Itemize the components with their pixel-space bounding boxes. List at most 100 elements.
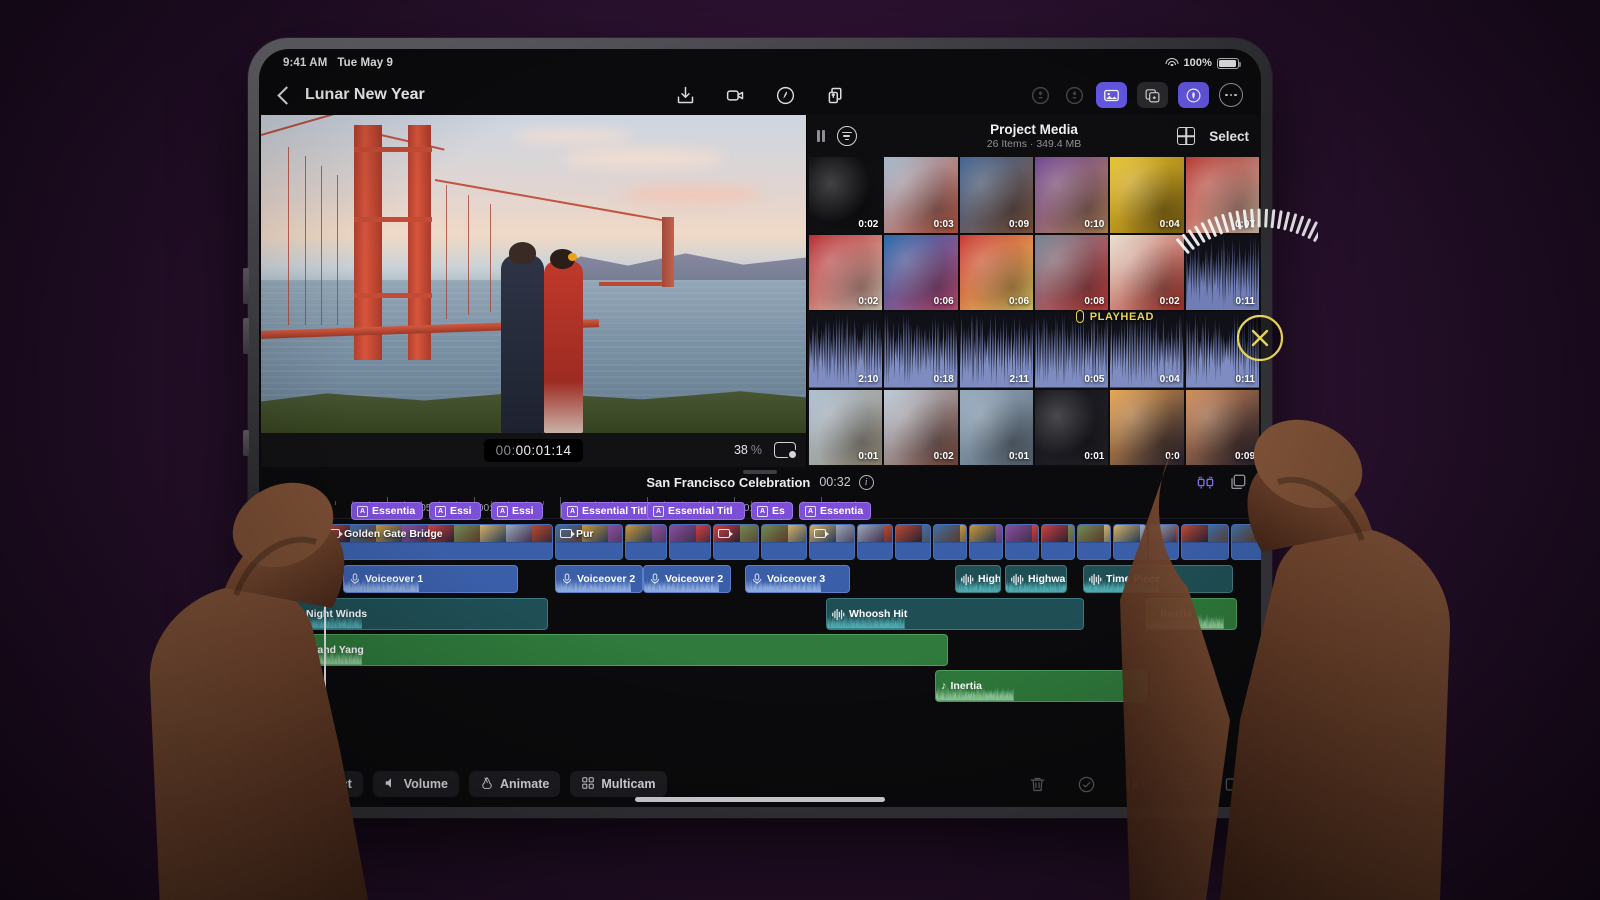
magic-wand-icon[interactable] xyxy=(773,83,797,107)
media-browser-button[interactable] xyxy=(1096,82,1127,108)
layers-icon[interactable] xyxy=(1229,473,1247,491)
media-item[interactable]: 2:11 xyxy=(960,312,1033,388)
video-clip[interactable] xyxy=(1077,524,1111,560)
title-clip[interactable]: A Essi xyxy=(429,502,481,520)
media-item[interactable]: 0:09 xyxy=(960,157,1033,233)
import-icon[interactable] xyxy=(673,83,697,107)
voiceover-clip[interactable]: Voiceover 3 xyxy=(745,565,850,593)
snapping-icon[interactable] xyxy=(1196,473,1215,492)
video-clip[interactable]: Pur xyxy=(555,524,623,560)
timeline[interactable]: 00:00:0500:00:1000:00:1500:00:2000:00:25… xyxy=(259,497,1261,761)
video-clip[interactable] xyxy=(933,524,967,560)
timeline-track[interactable]: Voiceover 1 Voiceover 2 Voiceover 2 Voic… xyxy=(259,565,1261,595)
voiceover-clip[interactable]: Voiceover 2 xyxy=(555,565,643,593)
media-item[interactable]: 0:02 xyxy=(809,235,882,311)
title-clip[interactable]: A Es xyxy=(751,502,793,520)
media-item[interactable]: 0:06 xyxy=(960,235,1033,311)
media-item[interactable]: 0:04 xyxy=(1110,157,1183,233)
media-item[interactable]: 0:0 xyxy=(1110,390,1183,466)
sfx-clip[interactable]: Night Winds xyxy=(283,598,548,630)
share-icon[interactable] xyxy=(823,83,847,107)
volume-button[interactable]: Volume xyxy=(373,771,459,797)
video-clip[interactable] xyxy=(1231,524,1261,560)
media-item[interactable]: 0:03 xyxy=(884,157,957,233)
undo-icon[interactable] xyxy=(1028,83,1052,107)
timeline-track[interactable]: Night Winds Whoosh Hit ♪Inertia xyxy=(259,598,1261,632)
grid-view-icon[interactable] xyxy=(1177,127,1195,145)
multicam-button[interactable]: Multicam xyxy=(570,771,666,797)
media-item[interactable]: 0:18 xyxy=(884,312,957,388)
select-button[interactable]: Select xyxy=(1209,129,1249,144)
playhead[interactable] xyxy=(324,497,326,761)
media-item[interactable]: 0:02 xyxy=(884,390,957,466)
record-video-icon[interactable] xyxy=(723,83,747,107)
voiceover-clip[interactable]: Voiceover 1 xyxy=(343,565,518,593)
voiceover-clip[interactable]: Voiceover 2 xyxy=(643,565,731,593)
animate-button[interactable]: Animate xyxy=(469,771,560,797)
more-icon[interactable] xyxy=(1219,83,1243,107)
pause-icon[interactable] xyxy=(817,130,825,142)
video-clip[interactable]: Golden Gate Bridge xyxy=(323,524,553,560)
check-circle-icon[interactable] xyxy=(1077,775,1096,794)
video-clip[interactable] xyxy=(895,524,931,560)
volume-up-button[interactable] xyxy=(243,268,249,304)
video-clip[interactable] xyxy=(669,524,711,560)
title-clip[interactable]: A Essi xyxy=(491,502,543,520)
video-clip[interactable] xyxy=(1149,524,1179,560)
sfx-clip[interactable]: Highwa xyxy=(1005,565,1067,593)
title-clip[interactable]: A Essentia xyxy=(351,502,423,520)
video-clip[interactable] xyxy=(1113,524,1147,560)
inspect-button[interactable]: Inspect xyxy=(277,771,363,797)
video-clip[interactable] xyxy=(761,524,807,560)
media-grid[interactable]: 0:020:030:090:100:040:070:020:060:060:08… xyxy=(807,157,1261,467)
title-clip[interactable]: A Essential Titl xyxy=(561,502,659,520)
back-button[interactable] xyxy=(277,86,295,104)
media-item[interactable]: 2:10 xyxy=(809,312,882,388)
home-indicator[interactable] xyxy=(635,797,885,802)
video-clip[interactable] xyxy=(857,524,893,560)
info-icon[interactable]: i xyxy=(859,475,874,490)
power-button[interactable] xyxy=(243,430,249,456)
video-clip[interactable] xyxy=(1005,524,1039,560)
sfx-clip[interactable]: Whoosh Hit xyxy=(826,598,1084,630)
video-clip[interactable] xyxy=(713,524,759,560)
media-item[interactable]: 0:11 xyxy=(1186,312,1259,388)
title-clip[interactable]: A Essentia xyxy=(799,502,871,520)
media-item[interactable]: 0:05 xyxy=(1035,312,1108,388)
video-clip[interactable] xyxy=(625,524,667,560)
crop-icon[interactable] xyxy=(1175,775,1194,794)
media-item[interactable]: 0:01 xyxy=(809,390,882,466)
sfx-clip[interactable]: High xyxy=(955,565,1001,593)
media-item[interactable]: 0:06 xyxy=(884,235,957,311)
timeline-drag-handle[interactable] xyxy=(743,470,777,474)
volume-down-button[interactable] xyxy=(243,318,249,354)
media-item[interactable]: 0:01 xyxy=(960,390,1033,466)
sfx-clip[interactable]: Time Piece xyxy=(1083,565,1233,593)
music-clip[interactable]: ♪ Yin and Yang xyxy=(283,634,948,666)
split-icon[interactable] xyxy=(1126,775,1145,794)
trash-icon[interactable] xyxy=(1028,775,1047,794)
video-clip[interactable] xyxy=(969,524,1003,560)
zoom-level[interactable]: 38% xyxy=(731,443,762,457)
media-item[interactable]: 0:11 xyxy=(1186,235,1259,311)
media-item[interactable]: 0:10 xyxy=(1035,157,1108,233)
video-clip[interactable] xyxy=(1041,524,1075,560)
timecode-display[interactable]: 00:00:01:14 xyxy=(484,439,584,462)
timeline-track[interactable]: A EssentiaA EssiA EssiA Essential TitlA … xyxy=(259,502,1261,522)
title-clip[interactable]: A Essential Titl xyxy=(647,502,745,520)
music-clip[interactable]: ♪Inertia xyxy=(1145,598,1237,630)
audio-button[interactable] xyxy=(1178,82,1209,108)
media-item[interactable]: 0:01 xyxy=(1035,390,1108,466)
layout-icon[interactable] xyxy=(1224,775,1243,794)
media-item[interactable]: 0:09 xyxy=(1186,390,1259,466)
timeline-track[interactable]: ♪ Yin and Yang ♪ Inertia xyxy=(259,634,1261,668)
display-icon[interactable] xyxy=(774,442,796,458)
media-item[interactable]: 0:02 xyxy=(809,157,882,233)
redo-icon[interactable] xyxy=(1062,83,1086,107)
effects-button[interactable] xyxy=(1137,82,1168,108)
media-item[interactable]: 0:02 xyxy=(1110,235,1183,311)
video-clip[interactable] xyxy=(1181,524,1229,560)
media-item[interactable]: 0:07 xyxy=(1186,157,1259,233)
video-preview[interactable] xyxy=(261,115,806,433)
video-clip[interactable] xyxy=(809,524,855,560)
